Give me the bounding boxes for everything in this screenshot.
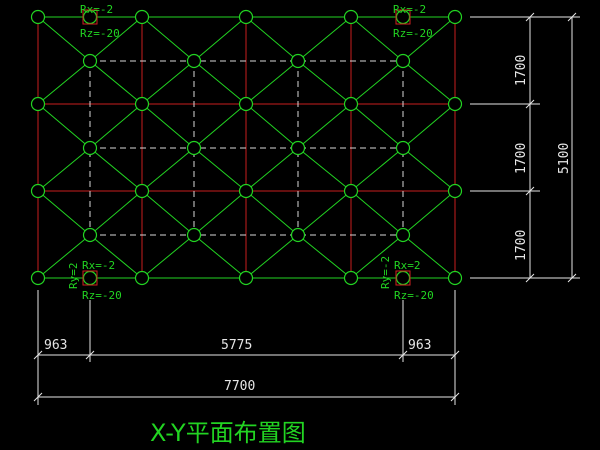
web-member: [37, 103, 91, 149]
node-circle: [343, 9, 359, 25]
reaction-bottom-left-rx: Rx=-2: [82, 259, 115, 272]
node-circle: [395, 53, 411, 69]
web-member: [245, 234, 299, 279]
reaction-bottom-right-rx: Rx=2: [394, 259, 421, 272]
web-member: [402, 103, 456, 149]
web-member: [402, 190, 456, 236]
node-circle: [134, 9, 150, 25]
node-circle: [82, 227, 98, 243]
node-circle: [343, 96, 359, 112]
web-member: [141, 103, 195, 149]
dim-segment-2: 1700: [514, 143, 529, 174]
node-circle: [30, 270, 46, 286]
web-member: [37, 60, 91, 105]
web-member: [297, 16, 352, 62]
node-circle: [290, 140, 306, 156]
web-member: [89, 103, 143, 149]
node-circle: [238, 96, 254, 112]
dim-right-offset: 963: [408, 338, 431, 353]
node-circle: [343, 183, 359, 199]
web-member: [37, 190, 91, 236]
web-member: [193, 147, 247, 192]
web-member: [245, 16, 299, 62]
web-member: [245, 190, 299, 236]
reaction-top-left-rx: Rx=-2: [80, 3, 113, 16]
web-member: [37, 147, 91, 192]
node-circle: [395, 140, 411, 156]
node-circle: [186, 53, 202, 69]
node-circle: [30, 9, 46, 25]
web-member: [193, 16, 247, 62]
support-node-circle: [82, 270, 98, 286]
dim-segment-1: 1700: [514, 55, 529, 86]
reaction-bottom-left-ry: Ry=2: [67, 263, 80, 290]
web-member: [141, 147, 195, 192]
node-circle: [30, 96, 46, 112]
web-member: [141, 60, 195, 105]
web-member: [350, 190, 404, 236]
web-member: [350, 60, 404, 105]
node-circle: [30, 183, 46, 199]
web-member: [297, 147, 352, 192]
web-member: [297, 190, 352, 236]
node-circle: [290, 227, 306, 243]
support-node-circle: [395, 270, 411, 286]
web-member: [297, 234, 352, 279]
node-circle: [447, 96, 463, 112]
node-circle: [238, 270, 254, 286]
web-member: [193, 190, 247, 236]
reaction-top-right-rx: Rx=-2: [393, 3, 426, 16]
node-circle: [395, 227, 411, 243]
dim-left-offset: 963: [44, 338, 67, 353]
web-member: [141, 234, 195, 279]
node-circle: [82, 140, 98, 156]
node-circle: [186, 140, 202, 156]
reaction-bottom-right-rz: Rz=-20: [394, 289, 434, 302]
web-member: [245, 147, 299, 192]
dim-total-height: 5100: [557, 143, 572, 174]
web-member: [89, 147, 143, 192]
reaction-bottom-left-rz: Rz=-20: [82, 289, 122, 302]
web-member: [193, 60, 247, 105]
reaction-bottom-right-ry: Ry=-2: [379, 256, 392, 289]
node-circle: [134, 270, 150, 286]
node-circle: [447, 183, 463, 199]
node-circle: [186, 227, 202, 243]
web-member: [89, 190, 143, 236]
web-member: [402, 147, 456, 192]
web-member: [245, 103, 299, 149]
node-circle: [238, 183, 254, 199]
web-member: [297, 60, 352, 105]
node-circle: [447, 9, 463, 25]
dim-total-width: 7700: [224, 379, 255, 394]
node-circle: [134, 183, 150, 199]
web-member: [245, 60, 299, 105]
web-member: [193, 234, 247, 279]
reaction-top-left-rz: Rz=-20: [80, 27, 120, 40]
node-circle: [290, 53, 306, 69]
node-circle: [134, 96, 150, 112]
web-member: [402, 60, 456, 105]
web-member: [350, 103, 404, 149]
web-member: [141, 16, 195, 62]
dimension-lines: [33, 12, 580, 405]
web-member: [89, 60, 143, 105]
reaction-top-right-rz: Rz=-20: [393, 27, 433, 40]
node-circle: [82, 53, 98, 69]
dim-segment-3: 1700: [514, 230, 529, 261]
web-member: [297, 103, 352, 149]
web-member: [141, 190, 195, 236]
node-circle: [447, 270, 463, 286]
plan-drawing: Rx=-2 Rz=-20 Rx=-2 Rz=-20 Rx=-2 Rz=-20 R…: [30, 3, 580, 447]
web-member: [350, 147, 404, 192]
node-circle: [238, 9, 254, 25]
node-circle: [343, 270, 359, 286]
dim-middle-span: 5775: [221, 338, 252, 353]
drawing-title: X-Y平面布置图: [150, 419, 306, 447]
web-member: [193, 103, 247, 149]
